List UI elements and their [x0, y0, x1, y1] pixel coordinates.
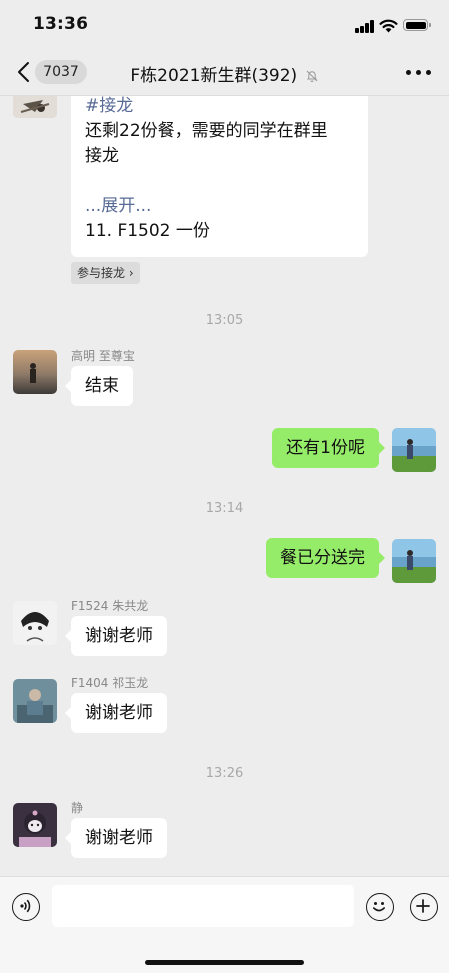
- my-message-bubble[interactable]: 餐已分送完: [266, 538, 385, 578]
- chevron-left-icon[interactable]: [14, 60, 36, 84]
- message-text: 结束: [85, 376, 119, 396]
- plus-icon[interactable]: [410, 893, 438, 921]
- message-bubble[interactable]: 谢谢老师: [65, 616, 167, 656]
- sender-name: 静: [71, 801, 84, 815]
- sender-name: F1404 祁玉龙: [71, 676, 149, 690]
- message-list[interactable]: #接龙 还剩22份餐，需要的同学在群里 接龙 ...展开... 11. F150…: [0, 96, 449, 876]
- my-message-bubble[interactable]: 还有1份呢: [272, 428, 385, 468]
- sender-name: F1524 朱共龙: [71, 599, 149, 613]
- join-solitaire-button[interactable]: 参与接龙 ›: [71, 262, 140, 284]
- more-dots-icon[interactable]: [406, 70, 432, 76]
- cellular-signal-icon: [355, 20, 375, 33]
- unread-count-badge[interactable]: 7037: [35, 60, 87, 84]
- chat-title-wrap[interactable]: F栋2021新生群(392): [100, 61, 349, 86]
- message-text: 谢谢老师: [85, 703, 153, 723]
- sender-name: 高明 至尊宝: [71, 349, 135, 363]
- avatar[interactable]: [13, 803, 57, 847]
- my-avatar[interactable]: [392, 539, 436, 583]
- chat-header: 7037 F栋2021新生群(392): [0, 50, 449, 95]
- status-bar: 13:36: [0, 0, 449, 50]
- solitaire-expand-link[interactable]: ...展开...: [85, 194, 151, 219]
- emoji-icon[interactable]: [366, 893, 394, 921]
- avatar[interactable]: [13, 679, 57, 723]
- solitaire-tag[interactable]: #接龙: [85, 96, 133, 119]
- timestamp: 13:05: [205, 313, 244, 328]
- message-bubble[interactable]: 谢谢老师: [65, 693, 167, 733]
- voice-icon[interactable]: [12, 893, 40, 921]
- message-bubble[interactable]: 结束: [65, 366, 133, 406]
- message-text: 谢谢老师: [85, 828, 153, 848]
- home-indicator: [145, 960, 304, 965]
- message-text: 谢谢老师: [85, 626, 153, 646]
- avatar[interactable]: [13, 350, 57, 394]
- solitaire-entry: 11. F1502 一份: [85, 221, 210, 241]
- timestamp: 13:26: [205, 766, 244, 781]
- solitaire-text-line: 还剩22份餐，需要的同学在群里: [85, 121, 328, 141]
- solitaire-text-line: 接龙: [85, 146, 119, 166]
- bell-muted-icon: [306, 70, 317, 82]
- status-time: 13:36: [33, 14, 89, 34]
- solitaire-card[interactable]: #接龙 还剩22份餐，需要的同学在群里 接龙 ...展开... 11. F150…: [71, 96, 368, 257]
- chat-title: F栋2021新生群(392): [130, 66, 298, 86]
- my-avatar[interactable]: [392, 428, 436, 472]
- timestamp: 13:14: [205, 501, 244, 516]
- avatar[interactable]: [13, 601, 57, 645]
- message-text: 餐已分送完: [280, 548, 365, 568]
- wifi-icon: [379, 19, 398, 33]
- battery-icon: [403, 19, 431, 31]
- message-bubble[interactable]: 谢谢老师: [65, 818, 167, 858]
- message-input[interactable]: [52, 885, 354, 927]
- input-bar: [0, 876, 449, 973]
- message-text: 还有1份呢: [286, 438, 365, 458]
- avatar[interactable]: [13, 96, 57, 118]
